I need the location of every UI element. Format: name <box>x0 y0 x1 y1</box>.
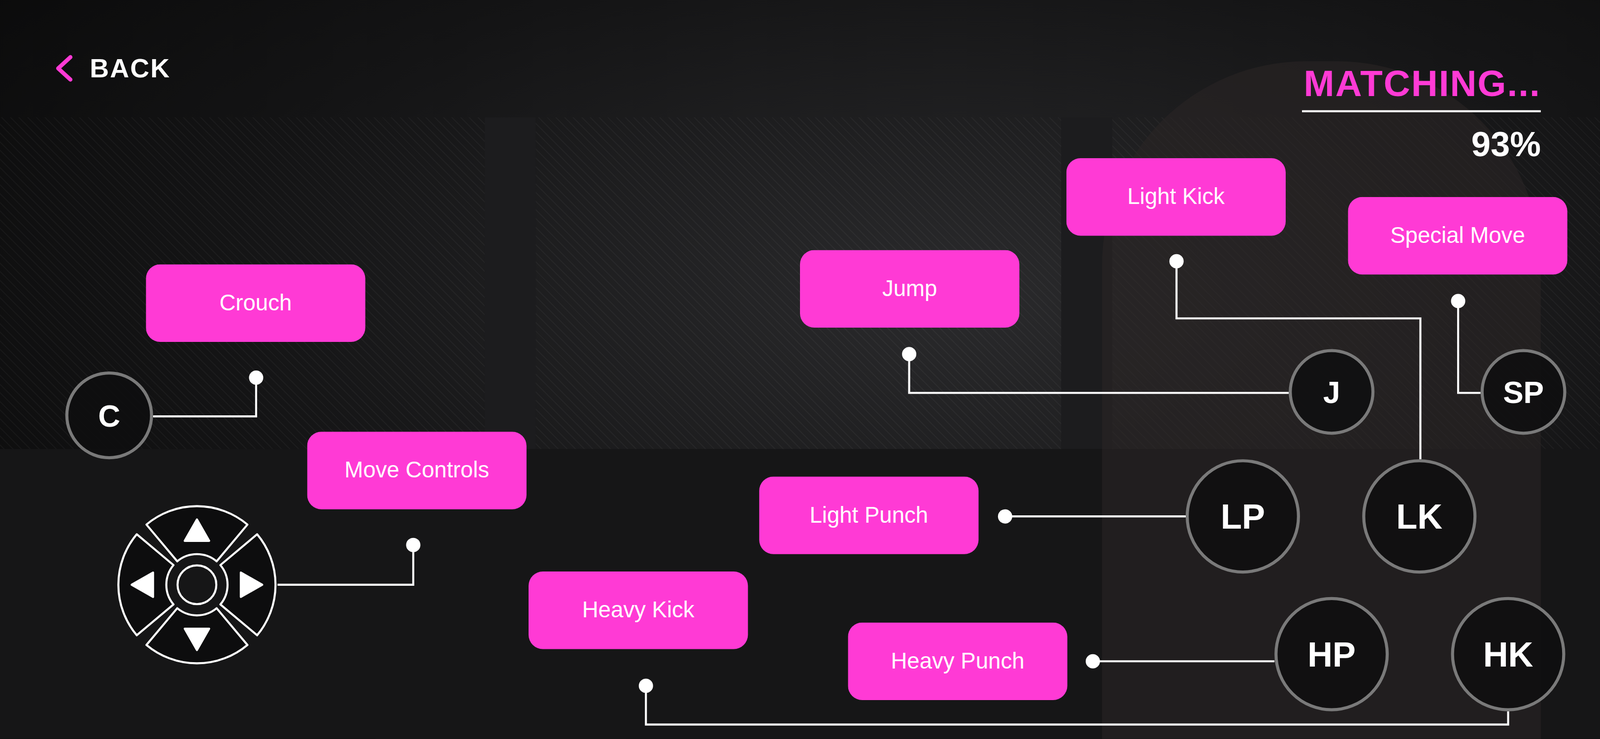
connector-line <box>277 544 413 585</box>
control-button[interactable]: HP <box>1274 597 1389 712</box>
dpad-left-button[interactable] <box>118 533 174 635</box>
control-label-text: Light Kick <box>1127 182 1225 212</box>
control-button-key: J <box>1323 368 1341 415</box>
control-label: Heavy Kick <box>528 571 748 649</box>
control-label-text: Heavy Punch <box>890 646 1025 676</box>
control-button-key: C <box>98 392 121 438</box>
control-label-text: Special Move <box>1390 221 1526 250</box>
control-label: Heavy Punch <box>847 622 1067 700</box>
control-button-key: LP <box>1220 490 1266 543</box>
cage-post <box>484 117 536 455</box>
control-label-text: Light Punch <box>809 500 929 530</box>
back-label: BACK <box>89 51 171 86</box>
control-button[interactable]: LP <box>1185 459 1300 574</box>
connector-line <box>1092 660 1275 663</box>
chevron-left-icon <box>53 53 76 84</box>
control-button[interactable]: C <box>65 371 154 460</box>
dpad[interactable] <box>118 505 276 664</box>
connector-line <box>1176 261 1421 460</box>
control-button-key: SP <box>1502 368 1544 415</box>
control-button[interactable]: LK <box>1362 459 1477 574</box>
control-label-text: Heavy Kick <box>582 596 695 625</box>
control-button[interactable]: SP <box>1480 348 1567 435</box>
arrow-up-icon <box>184 519 210 541</box>
connector-line <box>1458 300 1481 393</box>
connector-dot <box>638 678 654 693</box>
control-label-text: Move Controls <box>344 456 490 485</box>
control-label: Light Punch <box>759 476 979 554</box>
dpad-center[interactable] <box>177 565 217 605</box>
control-label: Jump <box>800 249 1020 328</box>
control-label-text: Jump <box>882 274 937 303</box>
connector-dot <box>901 346 917 362</box>
dpad-right-button[interactable] <box>220 533 276 635</box>
control-label: Special Move <box>1347 197 1567 275</box>
control-label-text: Crouch <box>219 288 292 318</box>
connector-line <box>1004 515 1186 518</box>
controls-diagram: Crouch C Move Controls Jump J Light Kick LK Spe… <box>0 0 1600 739</box>
stage: BACK MATCHING... 93% Crouch C Move Control… <box>0 0 1600 739</box>
connector-line <box>909 354 1290 394</box>
control-button-key: LK <box>1396 490 1443 543</box>
matching-percent: 93% <box>1471 122 1541 166</box>
matching-status: MATCHING... 93% <box>1301 61 1541 166</box>
screen: BACK MATCHING... 93% Crouch C Move Control… <box>0 0 1600 739</box>
control-button[interactable]: J <box>1288 348 1375 435</box>
connector-dot <box>1169 254 1184 269</box>
back-button[interactable]: BACK <box>53 51 171 86</box>
arrow-right-icon <box>240 572 263 598</box>
connector-line <box>645 685 1508 725</box>
control-button[interactable]: HK <box>1451 597 1566 712</box>
connector-dot <box>1085 654 1100 669</box>
arrow-down-icon <box>184 628 210 650</box>
control-label: Move Controls <box>306 431 527 509</box>
connector-dot <box>405 537 421 553</box>
control-label: Light Kick <box>1066 158 1286 236</box>
dpad-down-button[interactable] <box>146 608 248 664</box>
dpad-up-button[interactable] <box>146 505 248 562</box>
matching-label: MATCHING... <box>1301 61 1541 113</box>
control-button-key: HK <box>1483 628 1534 681</box>
connector-dot <box>248 370 264 385</box>
connector-line <box>153 377 257 417</box>
control-button-key: HP <box>1307 628 1356 681</box>
control-label: Crouch <box>145 264 366 342</box>
connector-dot <box>998 509 1013 524</box>
arrow-left-icon <box>131 572 153 598</box>
connector-dot <box>1451 294 1466 309</box>
